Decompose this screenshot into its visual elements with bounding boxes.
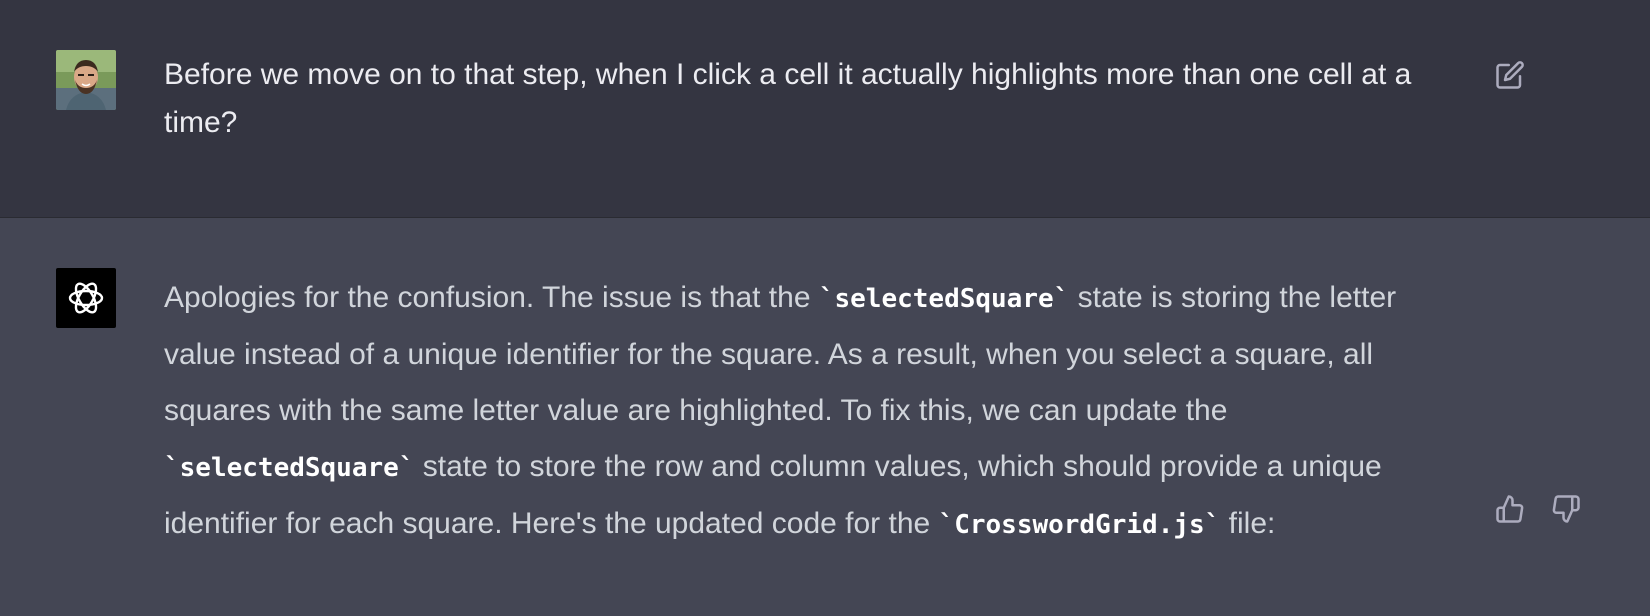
user-message-text: Before we move on to that step, when I c… bbox=[164, 58, 1412, 139]
assistant-message-row: Apologies for the confusion. The issue i… bbox=[0, 219, 1650, 616]
inline-code: `CrosswordGrid.js` bbox=[938, 510, 1221, 540]
user-message-row: Before we move on to that step, when I c… bbox=[0, 0, 1650, 218]
inline-code: `selectedSquare` bbox=[164, 453, 415, 483]
assistant-avatar bbox=[56, 268, 116, 328]
edit-button[interactable] bbox=[1493, 58, 1527, 92]
user-avatar-photo bbox=[56, 50, 116, 110]
thumbs-down-icon bbox=[1552, 495, 1580, 523]
assistant-message-text: Apologies for the confusion. The issue i… bbox=[164, 270, 1464, 553]
user-avatar bbox=[56, 50, 116, 110]
assistant-text-segment: Apologies for the confusion. The issue i… bbox=[164, 281, 819, 314]
edit-icon bbox=[1496, 61, 1524, 89]
thumbs-down-button[interactable] bbox=[1549, 492, 1583, 526]
openai-logo-icon bbox=[68, 282, 104, 314]
assistant-text-segment: file: bbox=[1220, 507, 1276, 540]
thumbs-up-button[interactable] bbox=[1493, 492, 1527, 526]
thumbs-up-icon bbox=[1496, 495, 1524, 523]
inline-code: `selectedSquare` bbox=[818, 284, 1070, 314]
